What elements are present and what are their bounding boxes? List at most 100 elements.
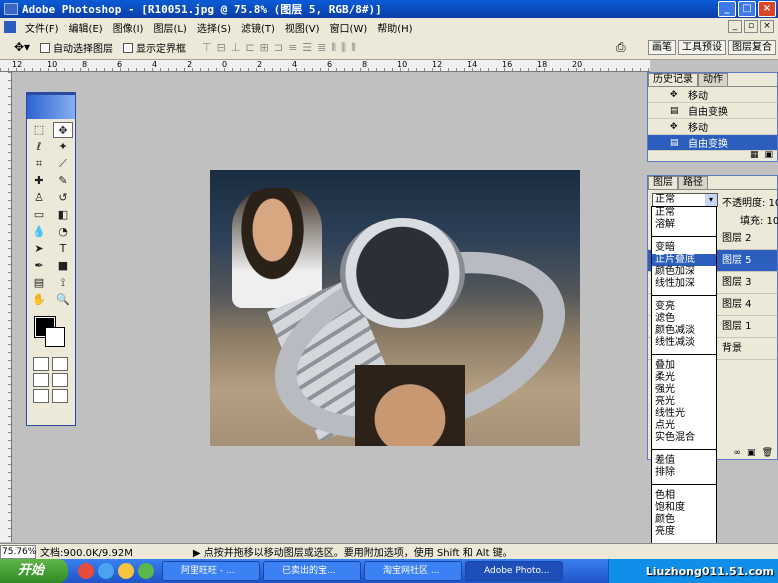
align-bottom-icon[interactable]: ⊥ — [231, 41, 241, 55]
blend-mode-option[interactable]: 变亮 — [652, 301, 716, 313]
blend-mode-option[interactable]: 饱和度 — [652, 502, 716, 514]
new-layer-icon[interactable]: ▣ — [747, 448, 756, 458]
maximize-button[interactable]: □ — [738, 1, 756, 17]
new-document-icon[interactable]: ▦ — [750, 150, 759, 160]
blend-mode-option[interactable]: 实色混合 — [652, 432, 716, 444]
blur-tool-icon[interactable]: 💧 — [29, 224, 49, 240]
menu-window[interactable]: 窗口(W) — [325, 20, 373, 35]
move-tool-icon[interactable]: ✥ — [53, 122, 73, 138]
lasso-tool-icon[interactable]: ℓ — [29, 139, 49, 155]
blend-mode-option[interactable]: 柔光 — [652, 372, 716, 384]
close-button[interactable]: × — [758, 1, 776, 17]
menu-help[interactable]: 帮助(H) — [372, 20, 417, 35]
eyedropper-icon[interactable]: ⟟ — [53, 275, 73, 291]
tab-paths[interactable]: 路径 — [678, 176, 708, 189]
shape-tool-icon[interactable]: ■ — [53, 258, 73, 274]
notes-tool-icon[interactable]: ▤ — [29, 275, 49, 291]
blend-mode-select[interactable]: 正常 ▾ — [652, 193, 718, 207]
doc-close-button[interactable]: × — [760, 20, 774, 33]
blend-mode-option[interactable]: 排除 — [652, 467, 716, 479]
edit-in-imageready-icon[interactable] — [52, 389, 68, 403]
history-item[interactable]: ✥ 移动 — [648, 87, 777, 103]
align-vcenter-icon[interactable]: ⊟ — [217, 41, 226, 55]
crop-tool-icon[interactable]: ⌗ — [29, 156, 49, 172]
distribute-hcenter-icon[interactable]: ⫼ — [341, 41, 346, 55]
snapshot-icon[interactable]: ▣ — [764, 150, 773, 160]
blend-mode-option[interactable]: 溶解 — [652, 219, 716, 231]
type-tool-icon[interactable]: T — [53, 241, 73, 257]
blend-mode-option[interactable]: 线性加深 — [652, 278, 716, 290]
background-color-swatch[interactable] — [45, 327, 65, 347]
move-tool-icon[interactable]: ✥▾ — [14, 40, 30, 56]
distribute-vcenter-icon[interactable]: ☰ — [302, 41, 312, 55]
blend-mode-option[interactable]: 亮光 — [652, 396, 716, 408]
distribute-left-icon[interactable]: ⫴ — [331, 41, 336, 55]
blend-mode-option[interactable]: 颜色减淡 — [652, 325, 716, 337]
zoom-field[interactable]: 75.76% — [0, 544, 36, 559]
opacity-field[interactable]: 不透明度: 100 — [722, 194, 778, 209]
history-brush-icon[interactable]: ↺ — [53, 190, 73, 206]
history-item[interactable]: ▤ 自由变换 — [648, 135, 777, 151]
blend-mode-option[interactable]: 颜色加深 — [652, 266, 716, 278]
menu-image[interactable]: 图像(I) — [108, 20, 149, 35]
tab-layers[interactable]: 图层 — [648, 176, 678, 189]
fill-field[interactable]: 填充: 100 — [740, 212, 778, 227]
desktop-icon[interactable] — [138, 563, 154, 579]
blend-mode-option[interactable]: 滤色 — [652, 313, 716, 325]
blend-mode-option[interactable]: 正常 — [652, 207, 716, 219]
distribute-right-icon[interactable]: ⦀ — [351, 41, 356, 55]
quicklaunch-icon[interactable] — [78, 563, 94, 579]
gradient-tool-icon[interactable]: ◧ — [53, 207, 73, 223]
doc-minimize-button[interactable]: _ — [728, 20, 742, 33]
tab-actions[interactable]: 动作 — [698, 73, 728, 86]
document-canvas[interactable] — [210, 170, 580, 446]
align-left-icon[interactable]: ⊏ — [245, 41, 254, 55]
tab-history[interactable]: 历史记录 — [648, 73, 698, 86]
blend-mode-option[interactable]: 变暗 — [652, 242, 716, 254]
ie-icon[interactable] — [98, 563, 114, 579]
delete-layer-icon[interactable]: 🗑 — [762, 448, 773, 458]
brushes-tab[interactable]: 画笔 — [648, 40, 676, 55]
blend-mode-option[interactable]: 颜色 — [652, 514, 716, 526]
doc-restore-button[interactable]: ▫ — [744, 20, 758, 33]
hand-tool-icon[interactable]: ✋ — [29, 292, 49, 308]
marquee-tool-icon[interactable]: ⬚ — [29, 122, 49, 138]
history-item[interactable]: ▤ 自由变换 — [648, 103, 777, 119]
brush-tool-icon[interactable]: ✎ — [53, 173, 73, 189]
distribute-bottom-icon[interactable]: ≣ — [317, 41, 326, 55]
messenger-icon[interactable] — [118, 563, 134, 579]
zoom-tool-icon[interactable]: 🔍 — [53, 292, 73, 308]
screen-mode-standard-icon[interactable] — [33, 373, 49, 387]
taskbar-button-taobao[interactable]: 淘宝网社区 ... — [364, 561, 462, 581]
blend-mode-option[interactable]: 色相 — [652, 490, 716, 502]
taskbar-button-wangwang[interactable]: 阿里旺旺 - ... — [162, 561, 260, 581]
dodge-tool-icon[interactable]: ◔ — [53, 224, 73, 240]
layer-comps-tab[interactable]: 图层复合 — [728, 40, 776, 55]
blend-mode-option[interactable]: 强光 — [652, 384, 716, 396]
menu-select[interactable]: 选择(S) — [192, 20, 236, 35]
menu-view[interactable]: 视图(V) — [280, 20, 325, 35]
eraser-tool-icon[interactable]: ▭ — [29, 207, 49, 223]
blend-mode-option[interactable]: 线性光 — [652, 408, 716, 420]
blend-mode-option[interactable]: 线性减淡 — [652, 337, 716, 349]
link-layers-icon[interactable]: ∞ — [734, 448, 742, 458]
blend-mode-option[interactable]: 叠加 — [652, 360, 716, 372]
align-right-icon[interactable]: ⊐ — [274, 41, 283, 55]
distribute-top-icon[interactable]: ≡ — [288, 41, 297, 55]
tool-presets-tab[interactable]: 工具预设 — [678, 40, 726, 55]
quickmask-mode-icon[interactable] — [52, 357, 68, 371]
path-select-icon[interactable]: ➤ — [29, 241, 49, 257]
standard-mode-icon[interactable] — [33, 357, 49, 371]
blend-mode-option[interactable]: 正片叠底 — [652, 254, 716, 266]
screen-mode-full-icon[interactable] — [52, 373, 68, 387]
healing-brush-icon[interactable]: ✚ — [29, 173, 49, 189]
document-icon[interactable] — [4, 21, 16, 33]
taskbar-button-photoshop[interactable]: Adobe Photo... — [465, 561, 563, 581]
align-hcenter-icon[interactable]: ⊞ — [260, 41, 269, 55]
taskbar-button-sold[interactable]: 已卖出的宝... — [263, 561, 361, 581]
blend-mode-option[interactable]: 差值 — [652, 455, 716, 467]
history-item[interactable]: ✥ 移动 — [648, 119, 777, 135]
printer-icon[interactable]: ⎙ — [616, 40, 632, 54]
pen-tool-icon[interactable]: ✒ — [29, 258, 49, 274]
magic-wand-icon[interactable]: ✦ — [53, 139, 73, 155]
